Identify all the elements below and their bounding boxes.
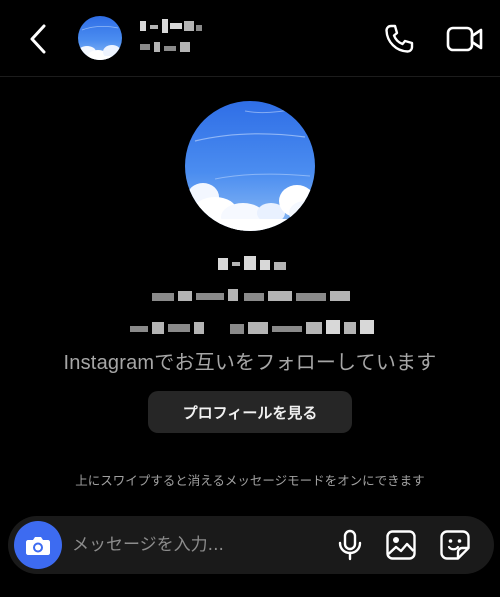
avatar[interactable] <box>78 16 122 60</box>
phone-icon <box>385 24 414 53</box>
audio-call-button[interactable] <box>382 22 416 56</box>
chevron-left-icon <box>30 24 46 54</box>
chat-header <box>0 0 500 77</box>
image-icon <box>386 530 416 560</box>
vanish-mode-hint: 上にスワイプすると消えるメッセージモードをオンにできます <box>75 473 425 488</box>
profile-avatar[interactable] <box>185 101 315 231</box>
message-composer <box>8 516 494 574</box>
view-profile-button[interactable]: プロフィールを見る <box>148 391 352 433</box>
voice-message-button[interactable] <box>335 529 365 561</box>
video-call-button[interactable] <box>445 22 485 56</box>
camera-button[interactable] <box>14 521 62 569</box>
profile-stats-redacted <box>130 320 374 336</box>
microphone-icon <box>338 529 362 561</box>
profile-name-redacted <box>218 256 286 272</box>
profile-username-redacted <box>152 289 350 303</box>
message-input[interactable] <box>72 530 312 560</box>
sky-avatar-image <box>185 101 315 231</box>
gallery-button[interactable] <box>385 529 417 561</box>
mutual-follow-status: Instagramでお互いをフォローしています <box>63 352 437 374</box>
video-camera-icon <box>446 26 483 52</box>
display-name-redacted <box>140 42 192 54</box>
back-button[interactable] <box>24 22 52 56</box>
sticker-icon <box>440 530 470 560</box>
sticker-button[interactable] <box>439 529 471 561</box>
camera-icon <box>26 537 50 555</box>
username-redacted <box>140 19 202 33</box>
sky-avatar-image <box>78 16 122 60</box>
